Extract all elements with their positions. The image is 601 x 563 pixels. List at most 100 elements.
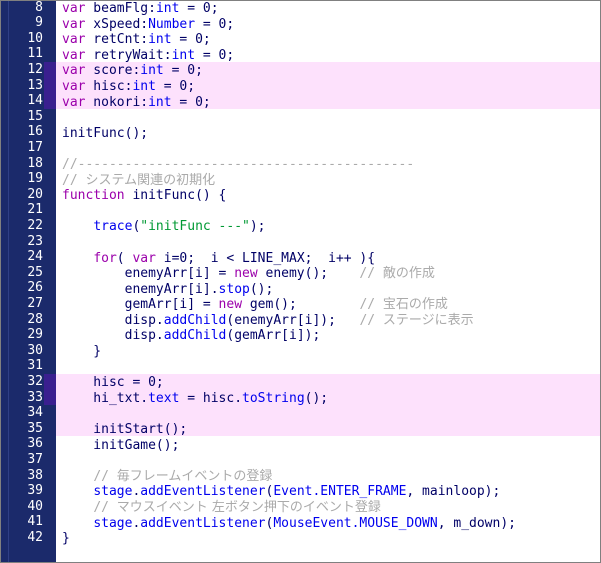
- code-token-kw: var: [62, 63, 86, 79]
- code-line[interactable]: stage.addEventListener(Event.ENTER_FRAME…: [56, 484, 600, 500]
- code-line[interactable]: function initFunc() {: [56, 188, 600, 204]
- code-editor-window[interactable]: var beamFlg:int = 0; var xSpeed:Number = …: [0, 0, 601, 563]
- code-token-jp: ステージに表示: [382, 312, 474, 328]
- code-line[interactable]: initGame();: [56, 438, 600, 454]
- code-line[interactable]: var score:int = 0;: [56, 63, 600, 79]
- code-line[interactable]: enemyArr[i].stop();: [56, 282, 600, 298]
- code-line[interactable]: trace("initFunc ---");: [56, 219, 600, 235]
- code-line[interactable]: [56, 204, 600, 220]
- code-line[interactable]: }: [56, 344, 600, 360]
- code-line[interactable]: disp.addChild(gemArr[i]);: [56, 328, 600, 344]
- code-token-plain: (enemyArr[i]);: [226, 312, 360, 328]
- code-token-fn: addChild: [163, 312, 227, 328]
- code-token-plain: ();: [304, 390, 329, 406]
- line-number: 32: [27, 373, 43, 389]
- code-token-type: int: [140, 63, 164, 79]
- code-line[interactable]: enemyArr[i] = new enemy(); // 敵の作成: [56, 266, 600, 282]
- code-token-kw: new: [234, 266, 258, 282]
- code-surface[interactable]: var beamFlg:int = 0; var xSpeed:Number = …: [56, 1, 600, 562]
- code-token-fn: addChild: [163, 328, 227, 344]
- code-token-plain: disp.: [62, 312, 164, 328]
- code-line[interactable]: var nokori:int = 0;: [56, 95, 600, 111]
- code-token-plain: , m_down);: [437, 515, 516, 531]
- code-token-kw: var: [62, 32, 86, 48]
- code-line[interactable]: var retCnt:int = 0;: [56, 32, 600, 48]
- line-number: 30: [27, 342, 43, 358]
- code-token-cmt: //: [359, 312, 383, 328]
- code-line[interactable]: //--------------------------------------…: [56, 157, 600, 173]
- code-token-fn: addEventListener: [140, 484, 266, 500]
- code-token-fn: trace: [93, 219, 133, 235]
- code-token-fn: toString: [242, 390, 305, 406]
- line-number: 33: [27, 389, 43, 405]
- line-number: 21: [27, 202, 43, 218]
- line-number-gutter[interactable]: 8 9 10 11 12 13 14 15 16 17 18 19 20 21 22 23 24 25 26 27 28…: [1, 1, 56, 562]
- code-token-jp: 毎フレームイベントの登録: [116, 468, 273, 484]
- line-number: 31: [27, 358, 43, 374]
- code-line[interactable]: var xSpeed:Number = 0;: [56, 17, 600, 33]
- code-line-list[interactable]: var beamFlg:int = 0; var xSpeed:Number = …: [56, 1, 600, 547]
- code-line[interactable]: disp.addChild(enemyArr[i]); // ステージに表示: [56, 313, 600, 329]
- code-line[interactable]: initStart();: [56, 422, 600, 438]
- line-number: 18: [27, 155, 43, 171]
- code-token-plain: }: [62, 531, 70, 547]
- code-line[interactable]: [56, 406, 600, 422]
- code-token-cmt: //: [62, 172, 86, 188]
- code-token-str: "initFunc ---": [140, 219, 250, 235]
- code-line[interactable]: var retryWait:int = 0;: [56, 48, 600, 64]
- code-token-plain: = 0;: [171, 32, 211, 48]
- code-token-plain: retCnt:: [85, 32, 149, 48]
- code-token-cmt: //: [359, 266, 383, 282]
- code-token-plain: gem();: [242, 297, 360, 313]
- code-token-plain: = 0;: [171, 94, 211, 110]
- code-line[interactable]: // システム関連の初期化: [56, 173, 600, 189]
- code-line[interactable]: // マウスイベント 左ボタン押下のイベント登録: [56, 500, 600, 516]
- code-token-kw: function: [62, 188, 125, 204]
- code-token-plain: = 0;: [195, 16, 235, 32]
- code-token-plain: = 0;: [163, 63, 203, 79]
- code-line[interactable]: gemArr[i] = new gem(); // 宝石の作成: [56, 297, 600, 313]
- code-token-fn: Event.ENTER_FRAME: [273, 484, 407, 500]
- code-token-plain: score:: [85, 63, 141, 79]
- code-line[interactable]: [56, 235, 600, 251]
- code-line[interactable]: for( var i=0; i < LINE_MAX; i++ ){: [56, 251, 600, 267]
- code-token-plain: (: [116, 250, 133, 266]
- code-line[interactable]: }: [56, 531, 600, 547]
- code-token-plain: initFunc() {: [124, 188, 227, 204]
- code-token-type: int: [148, 94, 172, 110]
- code-token-plain: initFunc();: [62, 125, 149, 141]
- line-number: 39: [27, 483, 43, 499]
- code-line[interactable]: [56, 141, 600, 157]
- code-line[interactable]: // 毎フレームイベントの登録: [56, 469, 600, 485]
- code-token-type: int: [171, 47, 196, 63]
- code-line[interactable]: [56, 110, 600, 126]
- line-number: 12: [27, 61, 43, 77]
- line-number: 19: [27, 171, 43, 187]
- code-token-fn: text: [148, 390, 180, 406]
- code-line[interactable]: var hisc:int = 0;: [56, 79, 600, 95]
- code-line[interactable]: [56, 360, 600, 376]
- code-token-plain: beamFlg:: [85, 1, 156, 16]
- code-line[interactable]: initFunc();: [56, 126, 600, 142]
- code-line[interactable]: [56, 453, 600, 469]
- line-number: 23: [27, 233, 43, 249]
- code-token-jp: 宝石の作成: [382, 297, 448, 313]
- code-token-plain: );: [249, 219, 266, 235]
- code-line[interactable]: hi_txt.text = hisc.toString();: [56, 391, 600, 407]
- line-number: 26: [27, 280, 43, 296]
- code-token-fn: stop: [218, 281, 250, 297]
- code-token-kw: for: [93, 250, 117, 266]
- code-token-type: int: [148, 32, 172, 48]
- line-number: 25: [27, 264, 43, 280]
- code-token-fn: addEventListener: [140, 515, 266, 531]
- code-line[interactable]: stage.addEventListener(MouseEvent.MOUSE_…: [56, 516, 600, 532]
- line-number: 11: [27, 46, 43, 62]
- code-token-cmt: //: [93, 468, 117, 484]
- code-line[interactable]: var beamFlg:int = 0;: [56, 1, 600, 17]
- code-line[interactable]: hisc = 0;: [56, 375, 600, 391]
- line-number: 41: [27, 514, 43, 530]
